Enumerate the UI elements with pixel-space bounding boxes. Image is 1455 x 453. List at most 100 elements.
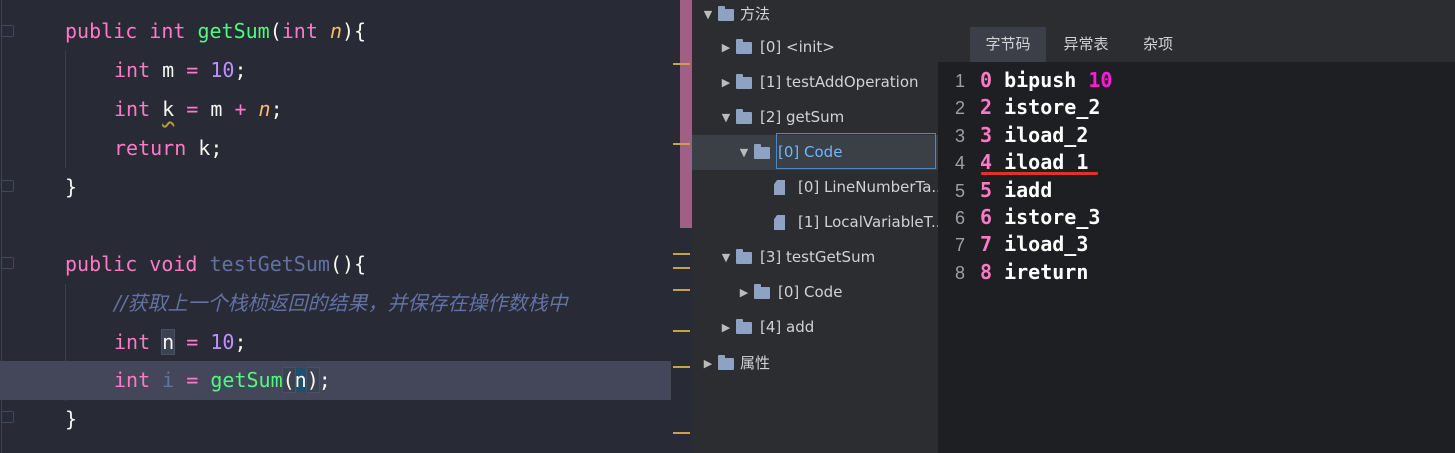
tab-exception-table[interactable]: 异常表 xyxy=(1048,27,1124,62)
code-line[interactable]: return k; xyxy=(0,129,692,168)
collapsed-arrow-icon[interactable]: ▶ xyxy=(738,275,750,310)
tree-item[interactable]: ▼ [2] getSum xyxy=(692,100,938,135)
code-token: m xyxy=(198,97,235,121)
code-line[interactable]: int k = m + n; xyxy=(0,90,692,129)
bytecode-line[interactable]: 22 istore_2 xyxy=(955,94,1112,121)
code-token: 10 xyxy=(210,330,235,354)
tree-item[interactable]: ▶ [1] testAddOperation xyxy=(692,65,938,100)
tree-item[interactable]: ▼ 方法 xyxy=(692,0,938,32)
code-line-current[interactable]: int i = getSum(n); xyxy=(0,361,692,400)
folder-icon xyxy=(736,39,752,54)
code-token: n xyxy=(329,19,342,43)
tree-item-label: [1] LocalVariableT... xyxy=(798,213,938,231)
tree-item[interactable]: ▶ [4] add xyxy=(692,310,938,345)
warning-marker[interactable] xyxy=(673,330,690,332)
warning-marker[interactable] xyxy=(673,63,690,65)
code-token: testGetSum xyxy=(209,252,330,276)
code-line[interactable]: } xyxy=(0,168,692,207)
expanded-arrow-icon[interactable]: ▼ xyxy=(720,100,732,135)
code-token: public xyxy=(65,252,138,276)
bytecode-offset: 5 xyxy=(980,177,993,202)
line-number: 8 xyxy=(955,262,966,283)
tree-item-label: 属性 xyxy=(740,354,771,372)
tree-item[interactable]: ▶ [0] Code xyxy=(692,275,938,310)
bytecode-opcode: iload_2 xyxy=(1004,122,1089,147)
bytecode-line[interactable]: 10 bipush 10 xyxy=(955,67,1112,94)
bytecode-line[interactable]: 66 istore_3 xyxy=(955,204,1112,231)
code-token: = xyxy=(186,330,199,354)
bytecode-opcode: iload_1 xyxy=(1004,150,1089,175)
code-line[interactable]: int n = 10; xyxy=(0,323,692,362)
bytecode-line[interactable]: 33 iload_2 xyxy=(955,122,1112,149)
code-token: = xyxy=(186,97,199,121)
code-token: = xyxy=(186,368,199,392)
fold-marker-icon[interactable] xyxy=(1,25,14,37)
editor-marker-strip[interactable] xyxy=(671,0,692,453)
bytecode-offset: 4 xyxy=(980,150,993,175)
tree-item[interactable]: [0] LineNumberTa... xyxy=(692,170,938,205)
fold-marker-icon[interactable] xyxy=(1,257,14,269)
tree-item[interactable]: ▶ 属性 xyxy=(692,346,938,381)
expanded-arrow-icon[interactable]: ▼ xyxy=(720,240,732,275)
fold-marker-icon[interactable] xyxy=(1,411,14,423)
bytecode-line[interactable]: 88 ireturn xyxy=(955,259,1112,286)
expanded-arrow-icon[interactable]: ▼ xyxy=(702,0,714,32)
code-line[interactable]: public void testGetSum(){ xyxy=(0,245,692,284)
tab-bytecode[interactable]: 字节码 xyxy=(970,27,1046,62)
code-line[interactable]: //获取上一个栈桢返回的结果，并保存在操作数栈中 xyxy=(0,284,692,323)
warning-marker[interactable] xyxy=(673,366,690,368)
code-token: 10 xyxy=(210,58,235,82)
folder-icon xyxy=(736,74,752,89)
tree-item[interactable]: [1] LocalVariableT... xyxy=(692,205,938,240)
scrollbar-thumb[interactable] xyxy=(680,0,692,228)
code-text: public void testGetSum(){ xyxy=(65,245,366,284)
code-text: int n = 10; xyxy=(114,323,247,362)
tree-item-label: [2] getSum xyxy=(760,108,845,126)
class-structure-tree[interactable]: ▼ 方法 ▶ [0] <init> ▶ [1] testAddOperation ▼ [2] … xyxy=(692,0,938,453)
warning-marker[interactable] xyxy=(673,143,690,145)
fold-marker-icon[interactable] xyxy=(1,180,14,192)
warning-marker[interactable] xyxy=(673,267,690,269)
annotation-underline xyxy=(981,172,1098,175)
code-line[interactable] xyxy=(0,207,692,246)
code-token: n xyxy=(294,368,307,392)
warning-marker[interactable] xyxy=(673,289,690,291)
bytecode-offset: 0 xyxy=(980,68,993,92)
line-number: 2 xyxy=(955,98,966,119)
code-token: void xyxy=(149,252,198,276)
tab-bar: 字节码 异常表 杂项 xyxy=(938,0,1455,62)
collapsed-arrow-icon[interactable]: ▶ xyxy=(720,30,732,65)
code-token: + xyxy=(234,97,247,121)
code-token: getSum xyxy=(210,368,283,392)
folder-icon xyxy=(736,319,752,334)
bytecode-line[interactable]: 55 iadd xyxy=(955,177,1112,204)
tree-item[interactable]: ▶ [0] <init> xyxy=(692,30,938,65)
warning-marker[interactable] xyxy=(673,253,690,255)
tree-item[interactable]: ▼ [3] testGetSum xyxy=(692,240,938,275)
tree-item-selected[interactable]: ▼ [0] Code xyxy=(692,135,938,170)
collapsed-arrow-icon[interactable]: ▶ xyxy=(720,65,732,100)
bytecode-operand: 10 xyxy=(1088,68,1113,92)
line-number: 3 xyxy=(955,125,966,146)
code-editor[interactable]: public int getSum(int n){int m = 10; int … xyxy=(0,0,692,453)
code-token: = xyxy=(186,58,199,82)
code-line[interactable]: int m = 10; xyxy=(0,51,692,90)
warning-marker[interactable] xyxy=(673,432,690,434)
tree-item-label: [4] add xyxy=(760,318,815,336)
expanded-arrow-icon[interactable]: ▼ xyxy=(738,135,750,170)
bytecode-line[interactable]: 77 iload_3 xyxy=(955,231,1112,258)
tab-misc[interactable]: 杂项 xyxy=(1126,27,1190,62)
code-token: return xyxy=(114,136,187,160)
code-line[interactable]: public int getSum(int n){ xyxy=(0,12,692,51)
collapsed-arrow-icon[interactable]: ▶ xyxy=(720,310,732,345)
collapsed-arrow-icon[interactable]: ▶ xyxy=(702,346,714,381)
bytecode-listing: 10 bipush 10 2 2 istore_2 3 3 iload_2 4 4 iloa… xyxy=(955,67,1112,286)
code-line[interactable]: } xyxy=(0,400,692,439)
